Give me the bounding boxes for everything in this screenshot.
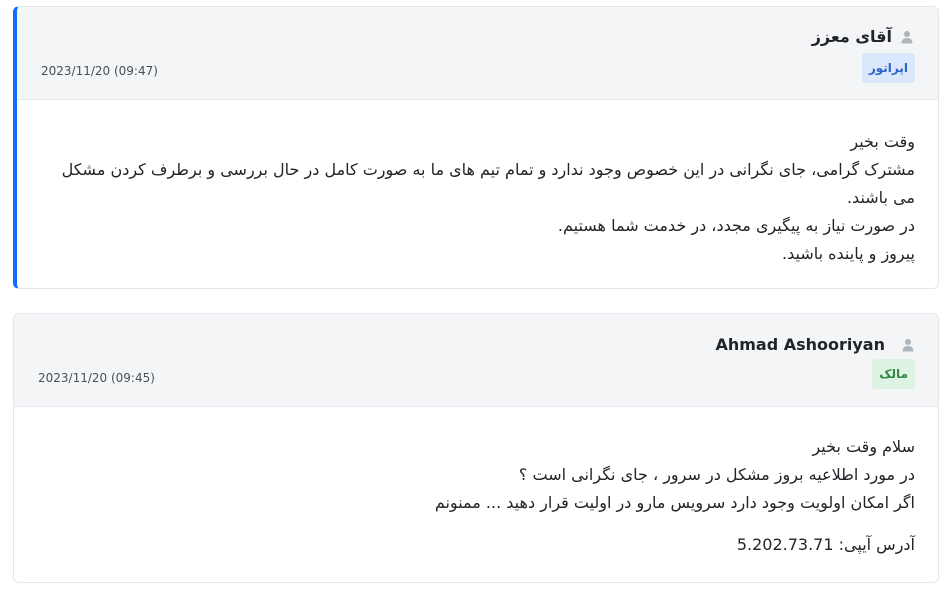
message-card-owner: Ahmad Ashooriyan مالک 2023/11/20 (09:45)… <box>13 313 939 583</box>
message-line: پیروز و پاینده باشید. <box>782 244 915 263</box>
message-line: در مورد اطلاعیه بروز مشکل در سرور ، جای … <box>518 465 915 484</box>
message-body: وقت بخیر مشترک گرامی، جای نگرانی در این … <box>17 100 938 268</box>
message-line: در صورت نیاز به پیگیری مجدد، در خدمت شما… <box>557 216 915 235</box>
author: Ahmad Ashooriyan <box>715 335 915 354</box>
ip-address: آدرس آیپی: 5.202.73.71 <box>736 535 915 554</box>
user-icon <box>901 30 913 43</box>
message-line: مشترک گرامی، جای نگرانی در این خصوص وجود… <box>61 160 915 207</box>
message-body: سلام وقت بخیر در مورد اطلاعیه بروز مشکل … <box>14 407 938 559</box>
author-name: آقای معزز <box>811 27 892 46</box>
message-line: اگر امکان اولویت وجود دارد سرویس مارو در… <box>434 493 915 512</box>
role-badge: مالک <box>872 359 915 389</box>
message-card-operator: آقای معزز اپراتور 2023/11/20 (09:47) وقت… <box>13 6 939 289</box>
message-line: وقت بخیر <box>850 132 915 151</box>
author: آقای معزز <box>812 27 914 46</box>
message-header: Ahmad Ashooriyan مالک 2023/11/20 (09:45) <box>14 314 938 407</box>
timestamp: 2023/11/20 (09:45) <box>38 371 155 385</box>
ticket-thread: آقای معزز اپراتور 2023/11/20 (09:47) وقت… <box>0 0 950 593</box>
author-name: Ahmad Ashooriyan <box>715 335 885 354</box>
message-header: آقای معزز اپراتور 2023/11/20 (09:47) <box>17 7 938 100</box>
user-icon <box>902 338 914 351</box>
role-badge: اپراتور <box>861 53 915 83</box>
timestamp: 2023/11/20 (09:47) <box>41 64 158 78</box>
message-line: سلام وقت بخیر <box>812 437 915 456</box>
